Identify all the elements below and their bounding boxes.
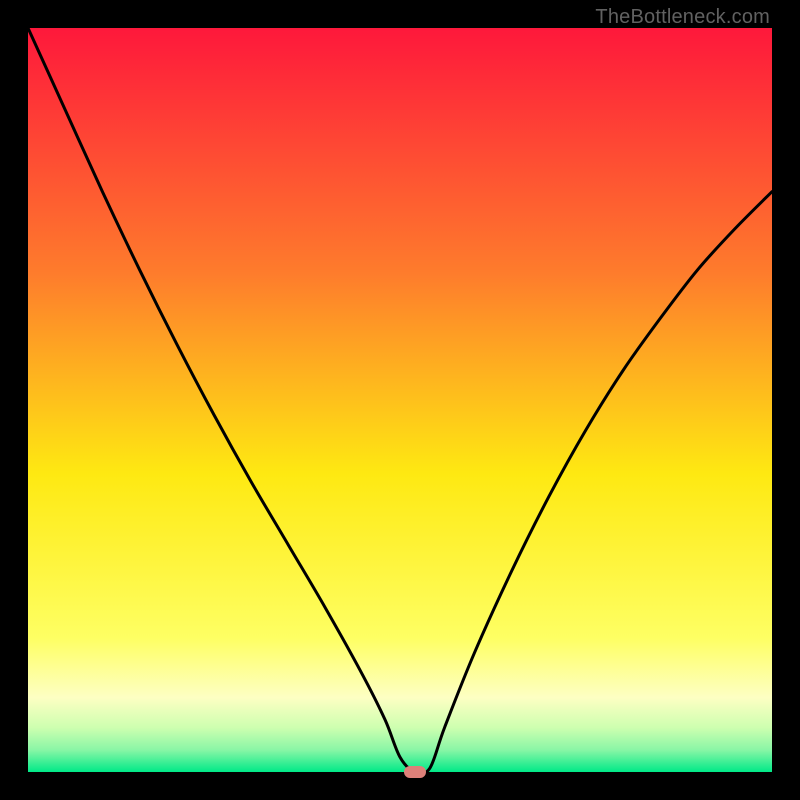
optimal-marker <box>404 766 426 778</box>
bottleneck-curve <box>28 28 772 772</box>
chart-frame: TheBottleneck.com <box>0 0 800 800</box>
watermark-text: TheBottleneck.com <box>595 6 770 29</box>
plot-area <box>28 28 772 772</box>
